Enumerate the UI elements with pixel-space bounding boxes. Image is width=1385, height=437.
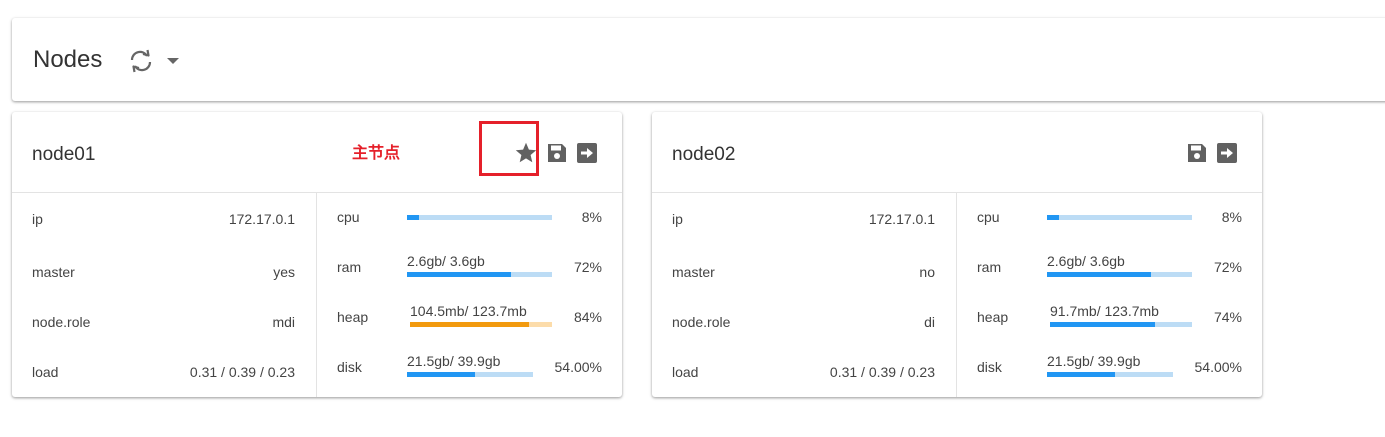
metric-row-ram: ram 2.6gb/ 3.6gb 72% [957,253,1262,289]
save-icon[interactable] [545,141,569,165]
metric-percent: 72% [573,259,602,275]
page-title: Nodes [33,46,103,73]
metric-text: 104.5mb/ 123.7mb [410,303,527,319]
info-value: mdi [272,314,295,330]
metric-label: disk [337,359,362,375]
info-row-ip: ip 172.17.0.1 [652,211,956,231]
info-value: 172.17.0.1 [868,211,935,227]
info-row-load: load 0.31 / 0.39 / 0.23 [652,364,956,384]
info-row-ip: ip 172.17.0.1 [12,211,316,231]
node-card-node02: node02 ip 172.17.0.1 master no node.role… [652,112,1262,397]
info-value: 172.17.0.1 [228,211,295,227]
metric-text: 21.5gb/ 39.9gb [1047,353,1141,369]
master-node-annotation: 主节点 [352,145,401,162]
metric-row-heap: heap 91.7mb/ 123.7mb 74% [957,303,1262,339]
disk-progress-bar [407,372,533,377]
node-metrics: cpu 8% ram 2.6gb/ 3.6gb 72% heap 104.5mb… [317,193,622,397]
node-metrics: cpu 8% ram 2.6gb/ 3.6gb 72% heap 91.7mb/… [957,193,1262,397]
metric-percent: 54.00% [554,359,602,375]
node-info-list: ip 172.17.0.1 master no node.role di loa… [652,193,957,397]
info-row-node-role: node.role di [652,314,956,334]
ram-progress-bar [1047,272,1192,277]
metric-label: heap [337,309,369,325]
node-info-list: ip 172.17.0.1 master yes node.role mdi l… [12,193,317,397]
metric-label: ram [977,259,1002,275]
cpu-progress-bar [1047,215,1192,220]
metric-row-heap: heap 104.5mb/ 123.7mb 84% [317,303,622,339]
ram-progress-bar [407,272,552,277]
info-value: 0.31 / 0.39 / 0.23 [189,364,295,380]
metric-row-cpu: cpu 8% [317,209,622,239]
metric-text: 2.6gb/ 3.6gb [407,253,485,269]
metric-row-disk: disk 21.5gb/ 39.9gb 54.00% [317,353,622,389]
metric-label: ram [337,259,362,275]
disk-progress-bar [1047,372,1173,377]
metric-row-disk: disk 21.5gb/ 39.9gb 54.00% [957,353,1262,389]
metric-row-cpu: cpu 8% [957,209,1262,239]
header-card: Nodes [12,18,1385,101]
info-value: yes [273,264,295,280]
info-key: master [32,264,75,280]
info-row-master: master no [652,264,956,284]
node-card-header: node02 [652,112,1262,193]
heap-progress-bar [1050,322,1192,327]
exit-icon[interactable] [1215,141,1239,165]
metric-label: cpu [977,209,1000,225]
save-icon[interactable] [1185,141,1209,165]
metric-percent: 54.00% [1194,359,1242,375]
star-icon[interactable] [514,141,538,165]
refresh-icon[interactable] [128,49,154,73]
info-key: node.role [32,314,91,330]
heap-progress-bar [410,322,552,327]
info-row-node-role: node.role mdi [12,314,316,334]
metric-text: 91.7mb/ 123.7mb [1050,303,1159,319]
metric-percent: 72% [1213,259,1242,275]
info-value: di [924,314,935,330]
metric-percent: 84% [573,309,602,325]
metric-percent: 74% [1213,309,1242,325]
exit-icon[interactable] [575,141,599,165]
info-row-master: master yes [12,264,316,284]
metric-label: heap [977,309,1009,325]
metric-label: disk [977,359,1002,375]
info-row-load: load 0.31 / 0.39 / 0.23 [12,364,316,384]
info-key: load [32,364,59,380]
metric-row-ram: ram 2.6gb/ 3.6gb 72% [317,253,622,289]
metric-label: cpu [337,209,360,225]
info-key: load [672,364,699,380]
dropdown-caret-icon[interactable] [167,58,179,64]
info-value: 0.31 / 0.39 / 0.23 [829,364,935,380]
info-key: ip [32,211,43,227]
info-value: no [919,264,935,280]
cpu-progress-bar [407,215,552,220]
node-name: node02 [672,144,736,165]
node-card-node01: node01 主节点 ip 172.17.0.1 master yes node… [12,112,622,397]
node-card-header: node01 主节点 [12,112,622,193]
metric-text: 2.6gb/ 3.6gb [1047,253,1125,269]
metric-percent: 8% [581,209,602,225]
info-key: ip [672,211,683,227]
info-key: master [672,264,715,280]
metric-text: 21.5gb/ 39.9gb [407,353,501,369]
metric-percent: 8% [1221,209,1242,225]
info-key: node.role [672,314,731,330]
node-name: node01 [32,144,96,165]
